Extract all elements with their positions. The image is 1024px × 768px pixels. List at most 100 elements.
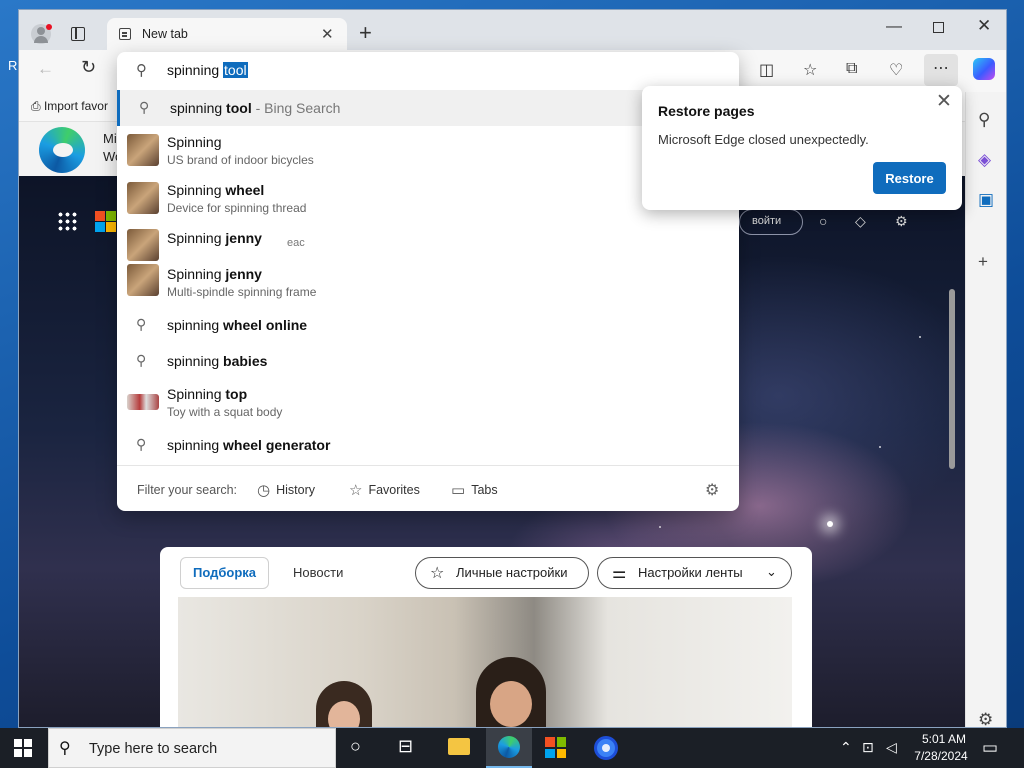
notifications-icon[interactable]: ○: [819, 213, 827, 229]
ghost-text: eac: [287, 237, 305, 249]
suggestion-subtitle: Device for spinning thread: [167, 201, 307, 215]
favorites-icon: ☆: [349, 482, 363, 499]
search-settings-icon[interactable]: ⚙: [705, 480, 719, 500]
sidebar-copilot-icon[interactable]: ◈: [978, 150, 991, 170]
page-scrollbar[interactable]: [949, 289, 955, 469]
back-button[interactable]: ←: [37, 59, 54, 79]
suggestion-text: Spinning top: [167, 386, 248, 402]
suggestion-thumbnail: [127, 134, 159, 166]
suggestion-item[interactable]: ⚲ spinning wheel generator: [117, 428, 739, 462]
suggestion-text: Spinning: [167, 134, 222, 150]
notifications-icon[interactable]: ▭: [982, 738, 998, 758]
clock-time[interactable]: 5:01 AM: [914, 732, 974, 746]
sign-in-button[interactable]: войти: [739, 209, 803, 235]
header-text-1: Mi: [103, 131, 117, 146]
rewards-icon[interactable]: ◇: [855, 213, 866, 230]
suggestion-subtitle: Multi-spindle spinning frame: [167, 285, 317, 299]
start-button[interactable]: [14, 739, 32, 757]
feed-article-image[interactable]: [178, 597, 792, 727]
task-view-icon[interactable]: ⊟: [398, 736, 413, 757]
feed-settings-label: Настройки ленты: [638, 565, 743, 580]
feed-settings-button[interactable]: ⚌ Настройки ленты ⌄: [597, 557, 792, 589]
suggestion-text: spinning wheel online: [167, 317, 308, 333]
new-tab-button[interactable]: +: [359, 20, 372, 46]
chevron-down-icon: ⌄: [766, 564, 777, 579]
address-bar-text[interactable]: spinning tool: [167, 62, 248, 78]
suggestion-text: spinning babies: [167, 353, 268, 369]
suggestion-item[interactable]: Spinning jenny Multi-spindle spinning fr…: [117, 260, 739, 306]
history-icon: ◷: [257, 482, 271, 499]
sidebar-add-icon[interactable]: +: [978, 252, 988, 272]
tab-podborka[interactable]: Подборка: [180, 557, 270, 589]
suggestion-thumbnail: [127, 229, 159, 261]
tab-news[interactable]: Новости: [293, 565, 343, 580]
suggestion-thumbnail: [127, 264, 159, 296]
suggestion-item[interactable]: Spinning top Toy with a squat body: [117, 380, 739, 426]
refresh-button[interactable]: ↻: [81, 57, 96, 78]
filter-tabs-button[interactable]: ▭ Tabs: [451, 481, 498, 499]
app-launcher-icon[interactable]: [57, 211, 77, 231]
suggestion-thumbnail: [127, 182, 159, 214]
suggestion-text: Spinning jenny: [167, 230, 262, 246]
volume-icon[interactable]: ◁: [886, 739, 897, 756]
filter-history-button[interactable]: ◷ History: [257, 481, 315, 499]
window-close-button[interactable]: ✕: [977, 16, 991, 36]
tab-actions-icon[interactable]: [71, 27, 85, 41]
bright-star: [827, 521, 833, 527]
tab-close-icon[interactable]: ✕: [321, 25, 334, 43]
favorites-icon[interactable]: ☆: [803, 60, 817, 80]
dialog-title: Restore pages: [658, 103, 755, 119]
import-favorites-link[interactable]: ⎙ Import favor: [31, 99, 108, 114]
cortana-icon[interactable]: ○: [350, 736, 361, 757]
suggestion-item[interactable]: ⚲ spinning babies: [117, 344, 739, 378]
news-feed: Подборка Новости ☆ Личные настройки ⚌ На…: [160, 547, 812, 727]
address-bar-input[interactable]: ⚲ spinning tool: [117, 52, 739, 88]
tray-overflow-icon[interactable]: ⌃: [840, 739, 852, 756]
tab-new-tab[interactable]: New tab ✕: [107, 18, 347, 50]
search-icon: ⚲: [136, 62, 147, 79]
taskbar-edge-button[interactable]: [486, 728, 532, 768]
suggestion-item[interactable]: ⚲ spinning wheel online: [117, 308, 739, 342]
personal-settings-button[interactable]: ☆ Личные настройки: [415, 557, 589, 589]
sidebar-search-icon[interactable]: ⚲: [978, 110, 990, 130]
profile-alert-dot: [46, 24, 52, 30]
chromium-icon[interactable]: [594, 736, 618, 760]
suggestion-thumbnail: [127, 394, 159, 410]
file-explorer-icon[interactable]: [448, 738, 470, 755]
sparkle-icon: ☆: [430, 565, 445, 582]
typed-text: spinning: [167, 62, 224, 78]
copilot-icon[interactable]: [973, 58, 995, 80]
sidebar-settings-icon[interactable]: ⚙: [978, 710, 993, 727]
maximize-button[interactable]: [933, 22, 944, 33]
page-settings-icon[interactable]: ⚙: [895, 213, 908, 230]
network-icon[interactable]: ⊡: [862, 739, 874, 756]
sidebar-outlook-icon[interactable]: ▣: [978, 190, 994, 210]
search-icon: ⚲: [59, 740, 71, 757]
clock-date[interactable]: 7/28/2024: [908, 749, 974, 763]
search-icon: ⚲: [136, 316, 147, 332]
taskbar-search-box[interactable]: ⚲ Type here to search: [48, 728, 336, 768]
sign-in-label: войти: [752, 215, 782, 227]
taskbar: ⚲ Type here to search ○ ⊟ ⌃ ⊡ ◁ 5:01 AM …: [0, 728, 1024, 768]
suggestion-subtitle: Toy with a squat body: [167, 405, 283, 419]
suggestion-text: Spinning jenny: [167, 266, 262, 282]
collections-icon[interactable]: ⧉: [846, 60, 857, 78]
suggestion-text: spinning tool - Bing Search: [170, 100, 341, 116]
filter-favorites-button[interactable]: ☆ Favorites: [349, 481, 420, 499]
photo-person-left: [316, 681, 372, 727]
browser-essentials-icon[interactable]: ♡: [889, 60, 903, 80]
restore-button[interactable]: Restore: [873, 162, 946, 194]
dialog-message: Microsoft Edge closed unexpectedly.: [658, 132, 869, 147]
dialog-close-icon[interactable]: ✕: [936, 90, 952, 113]
search-filter-bar: Filter your search: ◷ History ☆ Favorites …: [117, 465, 739, 511]
microsoft-store-icon[interactable]: [545, 737, 566, 758]
split-screen-icon[interactable]: ◫: [759, 60, 774, 80]
suggestion-item[interactable]: Spinning jenny eac: [117, 224, 739, 261]
more-icon[interactable]: ⋯: [933, 58, 949, 78]
edge-logo-icon: [39, 127, 85, 173]
suggestion-text: Spinning wheel: [167, 182, 265, 198]
suggestion-subtitle: US brand of indoor bicycles: [167, 153, 314, 167]
minimize-button[interactable]: —: [886, 18, 902, 36]
microsoft-logo-icon[interactable]: [95, 211, 116, 232]
desktop-icon-label: R: [8, 58, 18, 73]
